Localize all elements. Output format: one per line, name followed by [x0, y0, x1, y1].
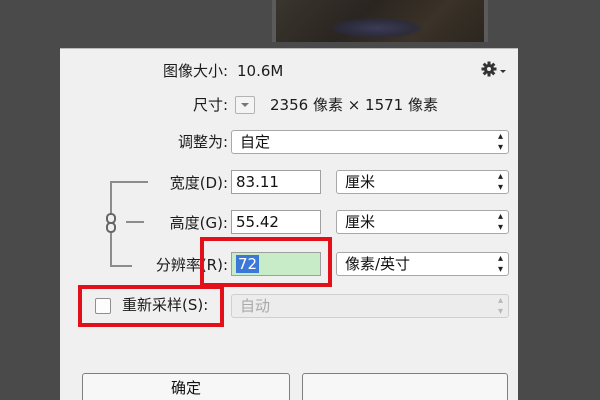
image-size-value: 10.6M [237, 62, 284, 80]
constrain-bracket-lower [110, 233, 112, 265]
height-unit-select[interactable]: 厘米 ▴ ▾ [336, 210, 509, 234]
width-unit-value: 厘米 [345, 173, 376, 191]
image-size-dialog: 图像大小: 10.6M 尺寸: 2356 像素 × 1571 像素 调整为: 自… [60, 48, 518, 400]
fit-to-value: 自定 [240, 133, 271, 151]
resample-method-value: 自动 [240, 297, 271, 315]
select-arrows-icon: ▴ ▾ [497, 253, 503, 275]
width-label: 宽度(D): [169, 174, 228, 192]
width-input[interactable]: 83.11 [231, 170, 321, 194]
background-image [272, 0, 488, 42]
image-size-label: 图像大小: [162, 62, 228, 80]
chain-link-icon[interactable] [104, 213, 118, 233]
cancel-button[interactable] [302, 373, 508, 400]
height-label: 高度(G): [169, 214, 228, 232]
ok-button[interactable]: 确定 [82, 373, 290, 400]
select-arrows-icon: ▴ ▾ [497, 295, 503, 317]
gear-icon[interactable] [480, 58, 510, 80]
height-input[interactable]: 55.42 [231, 210, 321, 234]
resample-method-select[interactable]: 自动 ▴ ▾ [231, 294, 509, 318]
fit-to-select[interactable]: 自定 ▴ ▾ [231, 130, 509, 154]
width-unit-select[interactable]: 厘米 ▴ ▾ [336, 170, 509, 194]
chevron-down-icon[interactable] [235, 96, 255, 114]
resolution-unit-select[interactable]: 像素/英寸 ▴ ▾ [336, 252, 509, 276]
select-arrows-icon: ▴ ▾ [497, 171, 503, 193]
resolution-highlight-box [200, 237, 332, 287]
dimensions-label: 尺寸: [192, 96, 228, 114]
height-unit-value: 厘米 [345, 213, 376, 231]
select-arrows-icon: ▴ ▾ [497, 211, 503, 233]
fit-to-label: 调整为: [177, 133, 228, 151]
dimensions-value: 2356 像素 × 1571 像素 [270, 96, 438, 114]
select-arrows-icon: ▴ ▾ [497, 131, 503, 153]
resolution-unit-value: 像素/英寸 [345, 255, 411, 273]
constrain-bracket-upper [110, 181, 112, 213]
resample-highlight-box [78, 285, 224, 327]
